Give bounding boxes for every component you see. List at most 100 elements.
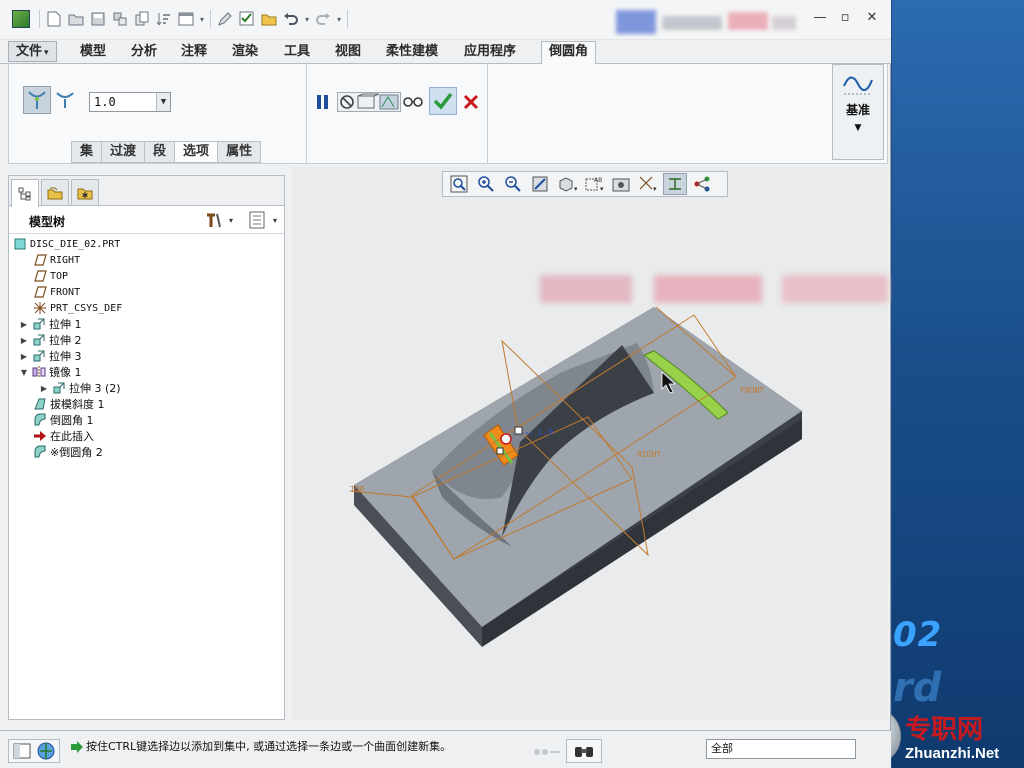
tree-node-round-1[interactable]: 倒圆角 1: [33, 412, 94, 428]
tree-node-front[interactable]: FRONT: [33, 284, 80, 300]
dimension-radius[interactable]: 1.0: [537, 428, 553, 438]
model-viewport[interactable]: [292, 167, 888, 720]
maximize-button[interactable]: ▫: [835, 10, 855, 25]
label-right-plane: RIGHT: [637, 450, 662, 459]
tree-node-mirror-1[interactable]: ▼ 镜像 1: [19, 364, 82, 380]
tab-view[interactable]: 视图: [328, 42, 368, 64]
collapse-icon[interactable]: ▼: [19, 368, 29, 377]
ok-button[interactable]: [429, 87, 457, 115]
datum-plane-icon: [33, 285, 47, 299]
redo-icon[interactable]: [312, 8, 334, 30]
radius-drag-handle[interactable]: [500, 433, 512, 445]
close-button[interactable]: ✕: [862, 10, 882, 25]
radius-handle-square-2[interactable]: [496, 447, 504, 455]
tree-node-top[interactable]: TOP: [33, 268, 68, 284]
tab-analysis[interactable]: 分析: [124, 42, 164, 64]
constant-round-icon[interactable]: [23, 86, 51, 114]
folder-icon[interactable]: [258, 8, 280, 30]
full-round-icon[interactable]: [53, 88, 77, 112]
expand-icon[interactable]: ▶: [19, 336, 29, 345]
favorites-tab-icon[interactable]: ✱: [71, 179, 99, 205]
tab-round[interactable]: 倒圆角: [541, 41, 597, 65]
subtab-pieces[interactable]: 段: [145, 141, 176, 163]
regenerate-icon[interactable]: [109, 8, 131, 30]
browser-icon[interactable]: [37, 742, 55, 763]
cancel-button[interactable]: [461, 92, 481, 112]
tree-node-extrude-3[interactable]: ▶ 拉伸 3: [19, 348, 82, 364]
find-button[interactable]: [566, 739, 602, 763]
datum-display-icon[interactable]: ▾: [636, 173, 660, 195]
tab-file[interactable]: 文件 ▾: [8, 41, 57, 62]
annotation-display-icon[interactable]: [663, 173, 687, 195]
tab-model[interactable]: 模型: [73, 42, 113, 64]
glasses-icon[interactable]: [403, 92, 423, 112]
checklist-icon[interactable]: [236, 8, 258, 30]
binoculars-icon: [574, 743, 594, 762]
minimize-button[interactable]: —: [810, 10, 830, 25]
datum-group[interactable]: 基准 ▼: [832, 64, 884, 160]
subtab-transitions[interactable]: 过渡: [102, 141, 146, 163]
model-tree-tab-icon[interactable]: [11, 179, 39, 207]
tree-node-draft-1[interactable]: 拔模斜度 1: [33, 396, 105, 412]
svg-text:▾: ▾: [229, 216, 233, 225]
tree-node-extrude-1[interactable]: ▶ 拉伸 1: [19, 316, 82, 332]
tree-node-round-2[interactable]: ※倒圆角 2: [33, 444, 103, 460]
svg-text:▾: ▾: [273, 216, 277, 225]
tab-tools[interactable]: 工具: [277, 42, 317, 64]
display-style-icon[interactable]: ▾: [555, 173, 579, 195]
undo-dropdown-icon[interactable]: ▾: [302, 8, 312, 30]
graphics-window[interactable]: FRONT RIGHT TOP 1.0 ▾ AB ▾ ▾: [292, 167, 888, 720]
pause-icon[interactable]: [315, 92, 331, 112]
tree-settings-icon[interactable]: ▾: [205, 211, 235, 232]
subtab-options[interactable]: 选项: [175, 141, 219, 163]
label-top-plane: TOP: [350, 485, 365, 494]
datum-dropdown-icon[interactable]: ▼: [833, 123, 883, 133]
view-manager-icon[interactable]: [609, 173, 633, 195]
saved-orientations-icon[interactable]: AB ▾: [582, 173, 606, 195]
tree-node-insert-here[interactable]: 在此插入: [33, 428, 94, 444]
redo-dropdown-icon[interactable]: ▾: [334, 8, 344, 30]
radius-handle-square[interactable]: [514, 426, 523, 435]
model-tree-panel: ✱ 模型树 ▾ ▾ DISC_DIE_02.PRT RIGHT TOP FRON…: [8, 175, 285, 720]
expand-icon[interactable]: ▶: [19, 352, 29, 361]
edit-icon[interactable]: [214, 8, 236, 30]
tab-annotate[interactable]: 注释: [174, 42, 214, 64]
chevron-down-icon[interactable]: ▼: [156, 93, 170, 111]
tab-render[interactable]: 渲染: [225, 42, 265, 64]
undo-icon[interactable]: [280, 8, 302, 30]
window-icon[interactable]: [175, 8, 197, 30]
expand-icon[interactable]: ▶: [19, 320, 29, 329]
tree-node-extrude-3-copy[interactable]: ▶ 拉伸 3 (2): [39, 380, 121, 396]
spin-center-icon[interactable]: [690, 173, 714, 195]
toggle-navigator-icon[interactable]: [13, 743, 31, 762]
extrude-icon: [32, 333, 46, 347]
tab-applications[interactable]: 应用程序: [457, 42, 523, 64]
subtab-sets[interactable]: 集: [71, 141, 103, 163]
save-icon[interactable]: [87, 8, 109, 30]
tree-node-extrude-2[interactable]: ▶ 拉伸 2: [19, 332, 82, 348]
app-icon: [12, 10, 30, 28]
zoom-in-icon[interactable]: [474, 173, 498, 195]
selection-filter[interactable]: 全部: [706, 739, 856, 759]
window-dropdown-icon[interactable]: ▾: [197, 8, 207, 30]
refit-icon[interactable]: [447, 173, 471, 195]
open-icon[interactable]: [65, 8, 87, 30]
new-icon[interactable]: [43, 8, 65, 30]
expand-icon[interactable]: ▶: [39, 384, 49, 393]
svg-text:▾: ▾: [653, 185, 657, 193]
radius-value: 1.0: [94, 95, 116, 109]
sort-icon[interactable]: [153, 8, 175, 30]
radius-value-combo[interactable]: 1.0 ▼: [89, 92, 171, 112]
tree-node-csys[interactable]: PRT_CSYS_DEF: [33, 300, 122, 316]
copy-icon[interactable]: [131, 8, 153, 30]
zoom-out-icon[interactable]: [501, 173, 525, 195]
round-icon: [33, 445, 47, 459]
tree-node-part[interactable]: DISC_DIE_02.PRT: [13, 236, 120, 252]
repaint-icon[interactable]: [528, 173, 552, 195]
show-menu-icon[interactable]: ▾: [249, 211, 281, 232]
folder-browser-tab-icon[interactable]: [41, 179, 69, 205]
ribbon-tab-bar: 文件▾ 模型 分析 注释 渲染 工具 视图 柔性建模 应用程序 倒圆角 ︿ ?: [0, 40, 891, 103]
subtab-properties[interactable]: 属性: [218, 141, 262, 163]
tab-flexible-modeling[interactable]: 柔性建模: [379, 42, 445, 64]
tree-node-right[interactable]: RIGHT: [33, 252, 80, 268]
